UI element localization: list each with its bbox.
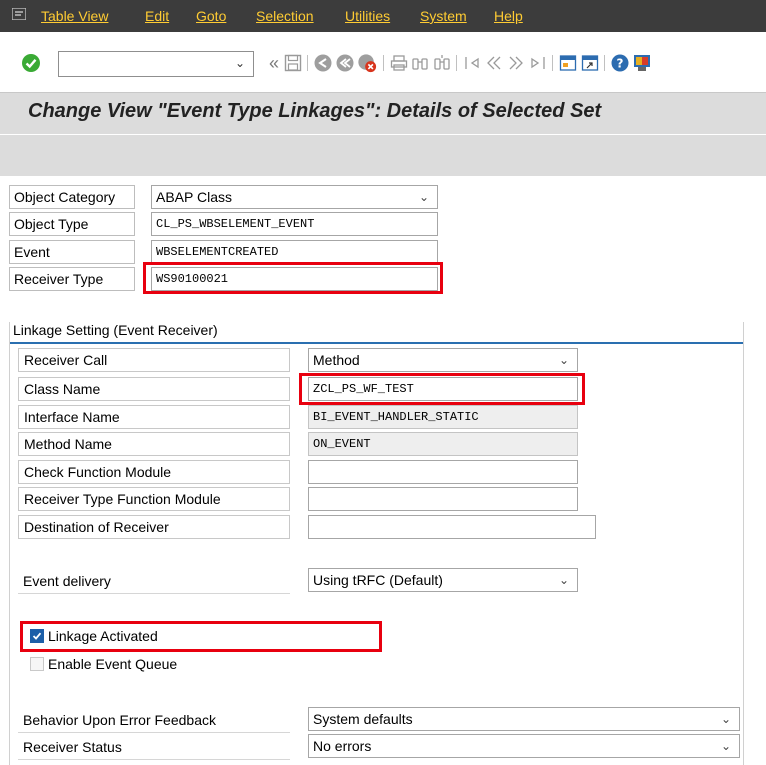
next-page-icon[interactable] (506, 52, 526, 74)
behavior-upon-error-label: Behavior Upon Error Feedback (18, 709, 290, 733)
object-category-label: Object Category (9, 185, 135, 209)
customize-layout-icon[interactable] (632, 52, 652, 74)
menu-list-icon[interactable] (12, 8, 26, 20)
receiver-type-field[interactable]: WS90100021 (151, 267, 438, 291)
destination-of-receiver-field[interactable] (308, 515, 596, 539)
method-name-field: ON_EVENT (308, 432, 578, 456)
interface-name-field: BI_EVENT_HANDLER_STATIC (308, 405, 578, 429)
chevron-down-icon[interactable]: ⌄ (721, 735, 731, 757)
command-field[interactable]: ⌄ (58, 51, 254, 77)
checkbox-checked-icon[interactable] (30, 629, 44, 643)
print-icon[interactable] (389, 52, 409, 74)
checkbox-unchecked-icon[interactable] (30, 657, 44, 671)
exit-icon[interactable] (335, 52, 355, 74)
chevron-down-icon[interactable]: ⌄ (559, 349, 569, 371)
back-icon[interactable] (313, 52, 333, 74)
menu-bar: Table View Edit Goto Selection Utilities… (0, 0, 766, 32)
menu-goto[interactable]: Goto (196, 8, 226, 24)
enter-icon[interactable] (21, 52, 41, 74)
menu-edit[interactable]: Edit (145, 8, 169, 24)
chevron-down-icon[interactable]: ⌄ (721, 708, 731, 730)
enable-event-queue-checkbox[interactable]: Enable Event Queue (30, 653, 177, 675)
object-category-select[interactable]: ABAP Class ⌄ (151, 185, 438, 209)
previous-page-icon[interactable] (484, 52, 504, 74)
menu-selection[interactable]: Selection (256, 8, 314, 24)
event-delivery-value: Using tRFC (Default) (313, 572, 443, 588)
receiver-type-label: Receiver Type (9, 267, 135, 291)
receiver-call-label: Receiver Call (18, 348, 290, 372)
behavior-upon-error-value: System defaults (313, 711, 413, 727)
receiver-type-function-module-field[interactable] (308, 487, 578, 511)
menu-help[interactable]: Help (494, 8, 523, 24)
find-next-icon[interactable] (432, 52, 452, 74)
receiver-type-function-module-label: Receiver Type Function Module (18, 487, 290, 511)
chevron-down-icon[interactable]: ⌄ (235, 56, 245, 70)
object-category-value: ABAP Class (156, 189, 232, 205)
destination-of-receiver-label: Destination of Receiver (18, 515, 290, 539)
first-page-icon[interactable] (462, 52, 482, 74)
toolbar-separator (383, 55, 384, 71)
interface-name-label: Interface Name (18, 405, 290, 429)
command-input[interactable] (59, 52, 229, 76)
behavior-upon-error-select[interactable]: System defaults ⌄ (308, 707, 740, 731)
linkage-activated-checkbox[interactable]: Linkage Activated (30, 625, 158, 647)
object-type-label: Object Type (9, 212, 135, 236)
event-delivery-select[interactable]: Using tRFC (Default) ⌄ (308, 568, 578, 592)
svg-text:?: ? (617, 57, 624, 71)
cancel-icon[interactable] (357, 52, 377, 74)
chevron-down-icon[interactable]: ⌄ (559, 569, 569, 591)
shortcut-icon[interactable] (580, 52, 600, 74)
receiver-status-label: Receiver Status (18, 736, 290, 760)
create-session-icon[interactable] (558, 52, 578, 74)
chevron-down-icon[interactable]: ⌄ (419, 186, 429, 208)
receiver-call-value: Method (313, 352, 360, 368)
enable-event-queue-label: Enable Event Queue (48, 656, 178, 672)
linkage-activated-label: Linkage Activated (48, 628, 158, 644)
help-icon[interactable]: ? (610, 52, 630, 74)
class-name-field[interactable]: ZCL_PS_WF_TEST (308, 377, 578, 401)
check-function-module-label: Check Function Module (18, 460, 290, 484)
application-toolbar (0, 134, 766, 176)
method-name-label: Method Name (18, 432, 290, 456)
title-bar: Change View "Event Type Linkages": Detai… (0, 92, 766, 134)
last-page-icon[interactable] (528, 52, 548, 74)
menu-utilities[interactable]: Utilities (345, 8, 390, 24)
page-title: Change View "Event Type Linkages": Detai… (28, 100, 602, 122)
toolbar-separator (307, 55, 308, 71)
group-divider (10, 342, 743, 344)
find-icon[interactable] (410, 52, 430, 74)
menu-table-view[interactable]: Table View (41, 8, 108, 24)
menu-system[interactable]: System (420, 8, 467, 24)
check-function-module-field[interactable] (308, 460, 578, 484)
receiver-status-value: No errors (313, 738, 372, 754)
event-delivery-label: Event delivery (18, 570, 290, 594)
toolbar-separator (552, 55, 553, 71)
group-title: Linkage Setting (Event Receiver) (13, 322, 218, 338)
save-icon[interactable] (283, 52, 303, 74)
event-field[interactable]: WBSELEMENTCREATED (151, 240, 438, 264)
receiver-call-select[interactable]: Method ⌄ (308, 348, 578, 372)
back-double-icon[interactable]: « (264, 52, 284, 74)
toolbar-separator (456, 55, 457, 71)
class-name-label: Class Name (18, 377, 290, 401)
event-label: Event (9, 240, 135, 264)
toolbar-separator (604, 55, 605, 71)
object-type-field[interactable]: CL_PS_WBSELEMENT_EVENT (151, 212, 438, 236)
receiver-status-select[interactable]: No errors ⌄ (308, 734, 740, 758)
